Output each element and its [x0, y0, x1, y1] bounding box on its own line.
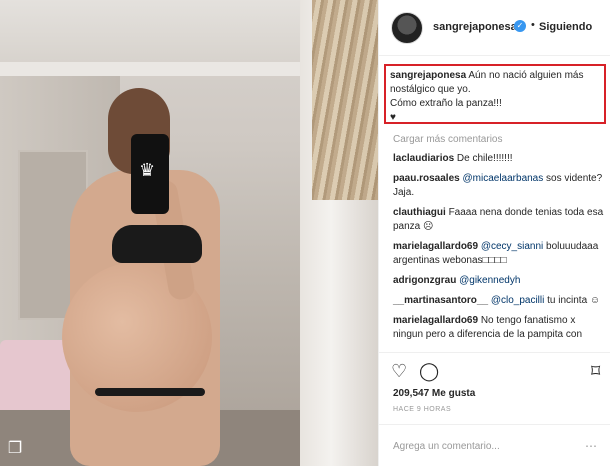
comment-mention[interactable]: @cecy_sianni: [481, 241, 543, 252]
comment: __martinasantoro__ @clo_pacilli tu incin…: [393, 294, 605, 308]
comment-user[interactable]: laclaudiarios: [393, 153, 454, 164]
photo-macrame: [312, 0, 378, 200]
comment: clauthiagui Faaaa nena donde tenias toda…: [393, 206, 605, 234]
comment-mention[interactable]: @micaelaarbanas: [463, 173, 544, 184]
caption-line-3: Cómo extraño la panza!!!: [390, 98, 502, 109]
caption-highlight: sangrejaponesa Aún no nació alguien más …: [384, 64, 606, 124]
post-header: sangrejaponesa ✓ • Siguiendo: [379, 0, 610, 56]
comment-mention[interactable]: @clo_pacilli: [491, 295, 545, 306]
comment: laclaudiarios De chile!!!!!!!: [393, 152, 605, 166]
photo-bra: [112, 225, 202, 263]
carousel-icon: ❐: [7, 440, 23, 457]
comment: marielagallardo69 @cecy_sianni boluuudaa…: [393, 240, 605, 268]
comment-list: laclaudiarios De chile!!!!!!! paau.rosaa…: [393, 152, 605, 348]
author-username[interactable]: sangrejaponesa: [433, 21, 517, 33]
comment-user[interactable]: adrigonzgrau: [393, 275, 456, 286]
caption-username[interactable]: sangrejaponesa: [390, 70, 466, 81]
following-button[interactable]: Siguiendo: [539, 21, 592, 33]
add-comment-input[interactable]: Agrega un comentario...: [393, 441, 500, 452]
separator-dot: •: [531, 19, 535, 31]
action-bar: ♡ ◯ ⌑: [379, 352, 610, 392]
comment-user[interactable]: paau.rosaales: [393, 173, 460, 184]
bookmark-icon[interactable]: ⌑: [591, 361, 600, 382]
comment-user[interactable]: marielagallardo69: [393, 315, 478, 326]
post-timestamp[interactable]: HACE 9 HORAS: [393, 406, 451, 413]
heart-icon[interactable]: ♡: [391, 361, 407, 382]
comment-icon[interactable]: ◯: [419, 361, 439, 382]
comment-text: De chile!!!!!!!: [456, 153, 513, 164]
verified-badge-icon: ✓: [514, 20, 526, 32]
crown-icon: ♛: [139, 160, 156, 180]
add-comment-box: Agrega un comentario... ⋯: [379, 424, 610, 466]
caption-line-1: Aún no nació alguien más: [468, 70, 584, 81]
comment: marielagallardo69 No tengo fanatismo x n…: [393, 314, 605, 342]
comment-text: tu incinta ☺: [547, 295, 601, 306]
load-more-comments[interactable]: Cargar más comentarios: [393, 134, 502, 145]
likes-count[interactable]: 209,547 Me gusta: [393, 388, 475, 399]
comment-user[interactable]: marielagallardo69: [393, 241, 478, 252]
post-sidebar: sangrejaponesa ✓ • Siguiendo sangrejapon…: [378, 0, 610, 466]
comment: adrigonzgrau @gikennedyh: [393, 274, 605, 288]
caption-line-2: nostálgico que yo.: [390, 84, 471, 95]
more-options-icon[interactable]: ⋯: [585, 439, 597, 453]
comment-mention[interactable]: @gikennedyh: [459, 275, 520, 286]
comment: paau.rosaales @micaelaarbanas sos vident…: [393, 172, 605, 200]
comment-user[interactable]: __martinasantoro__: [393, 295, 488, 306]
photo-panty: [95, 388, 205, 396]
avatar[interactable]: [391, 12, 423, 44]
post-photo[interactable]: ♛ ❐: [0, 0, 378, 466]
caption-emoji: ♥: [390, 112, 396, 123]
comment-user[interactable]: clauthiagui: [393, 207, 446, 218]
